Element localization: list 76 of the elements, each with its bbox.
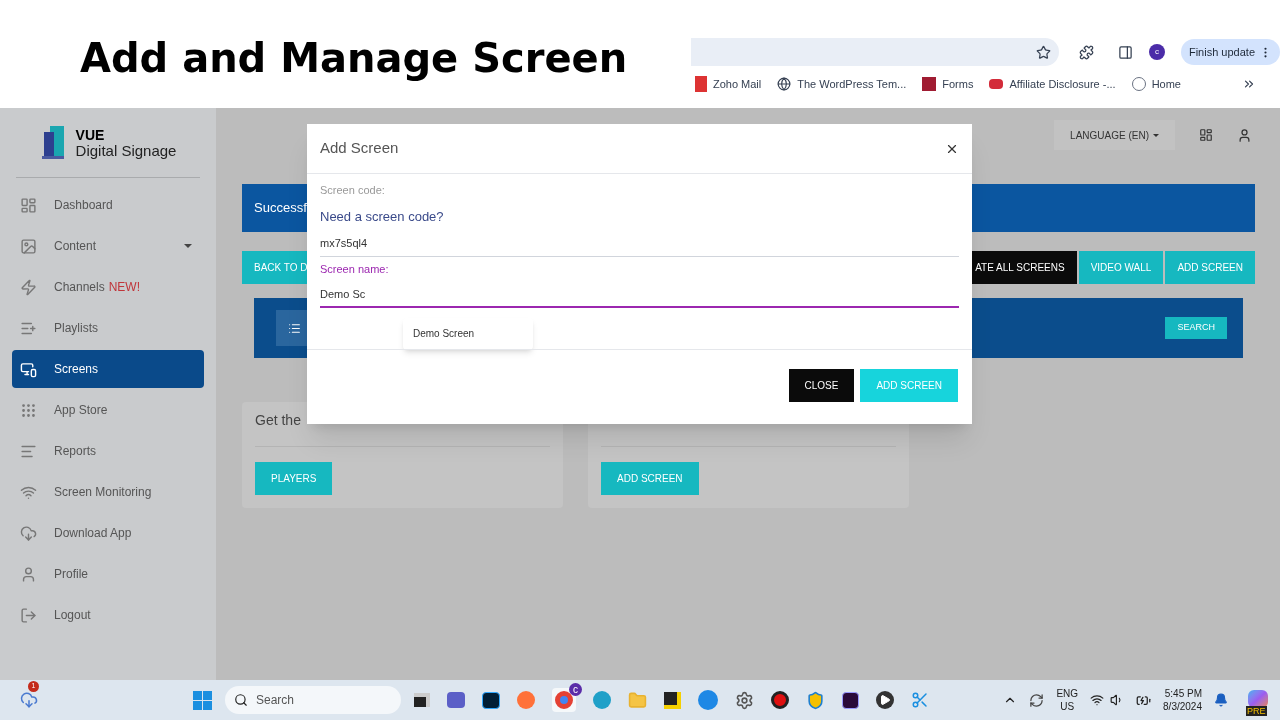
dashboard-icon[interactable] [1199, 128, 1213, 142]
more-bookmarks-icon[interactable] [1242, 77, 1256, 91]
search-icon [234, 693, 248, 707]
bookmark[interactable]: The WordPress Tem... [777, 75, 907, 93]
chrome-profile-badge: c [569, 683, 582, 696]
devices-icon [20, 360, 37, 378]
sync-icon[interactable] [1029, 692, 1045, 708]
video-caption: Add and Manage Screen [80, 34, 628, 83]
sidebar-item[interactable]: Channels NEW! [12, 268, 204, 306]
brand-subtitle: Digital Signage [75, 142, 177, 158]
dashboard-icon [20, 196, 37, 214]
wifi-icon[interactable] [1090, 693, 1105, 707]
card-title: Get the [255, 411, 301, 430]
bookmark[interactable]: Affiliate Disclosure -... [989, 75, 1116, 93]
shield-icon[interactable] [806, 690, 825, 710]
sidebar-label: Profile [54, 566, 88, 583]
taskbar-search-field[interactable]: Search [225, 686, 401, 714]
logout-icon [20, 606, 37, 624]
dialog-title: Add Screen [320, 138, 399, 159]
extensions-icon[interactable] [1078, 44, 1094, 60]
sidebar-label: Logout [54, 607, 91, 624]
sidebar-item[interactable]: Screen Monitoring [12, 473, 204, 511]
sidebar-item[interactable]: Content [12, 227, 204, 265]
sidebar-label: Content [54, 238, 97, 255]
sidebar-label: Reports [54, 443, 97, 460]
preview-tag: PRE [1246, 706, 1267, 716]
autocomplete-suggestion[interactable]: Demo Screen [403, 317, 533, 350]
sidebar-label: App Store [54, 402, 108, 419]
sidebar-item[interactable]: Logout [12, 596, 204, 634]
cloud-download-icon [20, 524, 37, 542]
screen-name-field[interactable]: Demo Sc [320, 285, 959, 308]
star-icon[interactable] [1035, 44, 1051, 60]
sidebar-label: Channels [54, 279, 105, 296]
play-icon[interactable] [876, 691, 894, 709]
image-icon [20, 237, 37, 255]
sidebar-item[interactable]: Download App [12, 514, 204, 552]
sidebar-item[interactable]: Reports [12, 432, 204, 470]
sidebar-label: Playlists [54, 320, 98, 337]
account-icon[interactable] [1237, 127, 1252, 143]
record-icon[interactable] [771, 691, 789, 709]
bookmark[interactable]: Zoho Mail [694, 75, 762, 93]
list-icon [287, 321, 301, 335]
sidebar-item[interactable]: Profile [12, 555, 204, 593]
field-label: Screen code: [320, 183, 386, 198]
grid-icon [20, 401, 37, 419]
person-icon [20, 565, 37, 583]
lightning-icon [20, 278, 37, 296]
brand-name: VUE [75, 127, 106, 143]
settings-icon[interactable] [735, 690, 754, 710]
side-panel-icon[interactable] [1117, 44, 1133, 60]
language-dropdown[interactable]: LANGUAGE (EN) [1054, 120, 1175, 150]
sidebar-label: Dashboard [54, 197, 113, 214]
sidebar-item[interactable]: Playlists [12, 309, 204, 347]
bookmark[interactable]: Home [1131, 75, 1181, 93]
dialog-button[interactable]: CLOSE [788, 368, 855, 402]
clock-date[interactable]: 8/3/2024 [1163, 700, 1202, 713]
bell-icon[interactable] [1214, 693, 1228, 707]
sidebar-item[interactable]: Dashboard [12, 186, 204, 224]
screen-code-link[interactable]: Need a screen code? [320, 206, 444, 226]
sidebar-item[interactable]: App Store [12, 391, 204, 429]
input-language[interactable]: ENG [1056, 687, 1079, 700]
sidebar-item[interactable]: Screens [12, 350, 204, 388]
sidebar-label: Screens [54, 361, 99, 378]
snipping-tool-icon[interactable] [911, 691, 929, 709]
input-region[interactable]: US [1060, 700, 1075, 713]
finish-update-button[interactable]: Finish update [1180, 39, 1280, 65]
sidebar-label: Screen Monitoring [54, 484, 152, 501]
clock-time[interactable]: 5:45 PM [1164, 687, 1202, 700]
profile-avatar[interactable]: c [1148, 44, 1165, 60]
banner-text: Successf [254, 199, 307, 218]
windows-start-icon[interactable] [193, 690, 212, 710]
globe-icon [777, 77, 792, 91]
sidebar-label: Download App [54, 525, 132, 542]
new-label: NEW! [108, 279, 141, 296]
screen-code-field[interactable]: mx7s5ql4 [320, 235, 959, 257]
bookmark[interactable]: Forms [922, 75, 974, 93]
